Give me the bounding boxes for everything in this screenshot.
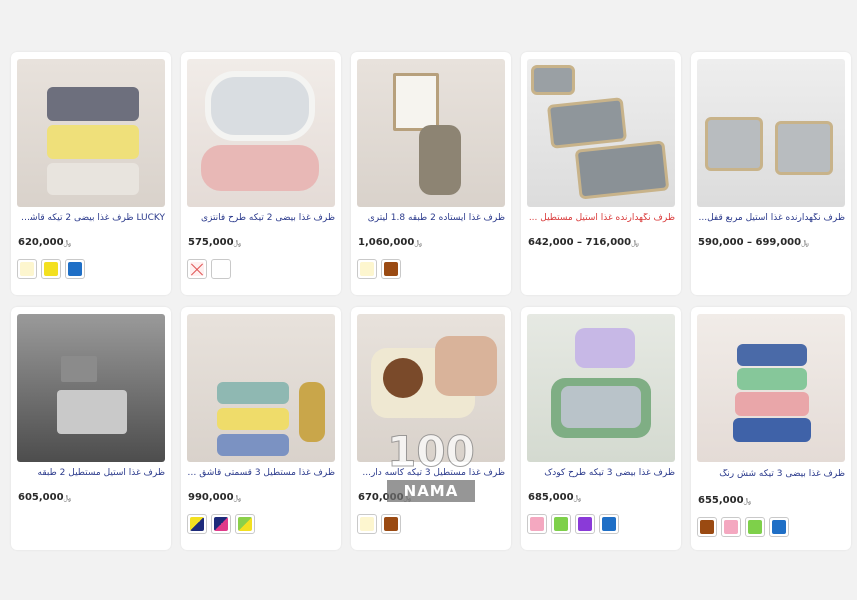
product-card[interactable]: ظرف نگهدارنده غذا استیل مربع قفل... ﷼699…	[691, 52, 851, 295]
product-price: ﷼575,000	[188, 237, 242, 248]
color-swatch[interactable]	[697, 517, 717, 537]
product-image[interactable]	[17, 59, 165, 207]
currency-icon: ﷼	[573, 494, 582, 502]
product-price: ﷼1,060,000	[358, 237, 423, 248]
product-title[interactable]: ظرف غذا استیل مستطیل 2 طبقه	[15, 468, 165, 478]
product-title[interactable]: ظرف غذا بیضی 3 تیکه طرح کودک	[525, 468, 675, 478]
product-price: ﷼605,000	[18, 492, 72, 503]
product-card[interactable]: ظرف غذا بیضی 3 تیکه شش رنگ ﷼655,000	[691, 307, 851, 550]
color-swatch[interactable]	[551, 514, 571, 534]
color-swatches	[697, 517, 789, 537]
product-title[interactable]: ظرف غذا ایستاده 2 طبقه 1.8 لیتری	[355, 213, 505, 223]
currency-icon: ﷼	[631, 239, 639, 247]
product-title[interactable]: LUCKY ظرف غذا بیضی 2 تیکه قاشق دار	[15, 213, 165, 223]
color-swatch-unavailable[interactable]	[187, 259, 207, 279]
color-swatch[interactable]	[211, 514, 231, 534]
color-swatches	[187, 514, 255, 534]
color-swatch[interactable]	[381, 514, 401, 534]
product-card[interactable]: ظرف غذا ایستاده 2 طبقه 1.8 لیتری ﷼1,060,…	[351, 52, 511, 295]
color-swatch[interactable]	[599, 514, 619, 534]
currency-icon: ﷼	[743, 497, 752, 505]
product-image[interactable]	[527, 314, 675, 462]
color-swatches	[187, 259, 231, 279]
color-swatch[interactable]	[65, 259, 85, 279]
product-price: ﷼699,000 – 590,000	[698, 237, 809, 248]
product-price: ﷼655,000	[698, 495, 752, 506]
color-swatches	[527, 514, 619, 534]
product-image[interactable]	[187, 314, 335, 462]
color-swatch[interactable]	[17, 259, 37, 279]
product-price: ﷼685,000	[528, 492, 582, 503]
currency-icon: ﷼	[801, 239, 809, 247]
color-swatch[interactable]	[235, 514, 255, 534]
product-card[interactable]: ظرف غذا بیضی 2 تیکه طرح فانتزی ﷼575,000	[181, 52, 341, 295]
product-image[interactable]	[527, 59, 675, 207]
currency-icon: ﷼	[233, 239, 242, 247]
currency-icon: ﷼	[414, 239, 423, 247]
product-title[interactable]: ظرف غذا مستطیل 3 قسمتی قاشق و...	[185, 468, 335, 478]
currency-icon: ﷼	[63, 494, 72, 502]
color-swatches	[357, 259, 401, 279]
color-swatch[interactable]	[575, 514, 595, 534]
color-swatch[interactable]	[357, 259, 377, 279]
product-image[interactable]	[357, 59, 505, 207]
color-swatch[interactable]	[769, 517, 789, 537]
product-title[interactable]: ظرف غذا بیضی 3 تیکه شش رنگ	[695, 469, 845, 479]
watermark-brand: NAMA	[387, 480, 475, 502]
color-swatch[interactable]	[721, 517, 741, 537]
product-price: ﷼620,000	[18, 237, 72, 248]
currency-icon: ﷼	[233, 494, 242, 502]
color-swatch[interactable]	[381, 259, 401, 279]
product-card[interactable]: ظرف غذا مستطیل 3 قسمتی قاشق و... ﷼990,00…	[181, 307, 341, 550]
product-title[interactable]: ظرف نگهدارنده غذا استیل مستطیل ...	[525, 213, 675, 223]
color-swatch[interactable]	[187, 514, 207, 534]
product-row: LUCKY ظرف غذا بیضی 2 تیکه قاشق دار ﷼620,…	[11, 52, 851, 295]
product-image[interactable]	[17, 314, 165, 462]
product-image[interactable]	[187, 59, 335, 207]
color-swatch[interactable]	[211, 259, 231, 279]
product-image[interactable]	[697, 59, 845, 207]
product-card[interactable]: ظرف غذا بیضی 3 تیکه طرح کودک ﷼685,000	[521, 307, 681, 550]
color-swatch[interactable]	[357, 514, 377, 534]
product-title[interactable]: ظرف غذا بیضی 2 تیکه طرح فانتزی	[185, 213, 335, 223]
product-card[interactable]: ظرف نگهدارنده غذا استیل مستطیل ... ﷼716,…	[521, 52, 681, 295]
watermark-logo: 100 NAMA	[387, 427, 476, 510]
color-swatch[interactable]	[527, 514, 547, 534]
color-swatches	[17, 259, 85, 279]
product-card[interactable]: LUCKY ظرف غذا بیضی 2 تیکه قاشق دار ﷼620,…	[11, 52, 171, 295]
currency-icon: ﷼	[63, 239, 72, 247]
color-swatch[interactable]	[745, 517, 765, 537]
product-price: ﷼716,000 – 642,000	[528, 237, 639, 248]
color-swatch[interactable]	[41, 259, 61, 279]
watermark-number: 100	[387, 427, 476, 476]
product-image[interactable]	[697, 314, 845, 462]
product-title[interactable]: ظرف نگهدارنده غذا استیل مربع قفل...	[695, 213, 845, 223]
color-swatches	[357, 514, 401, 534]
product-card[interactable]: ظرف غذا استیل مستطیل 2 طبقه ﷼605,000	[11, 307, 171, 550]
product-price: ﷼990,000	[188, 492, 242, 503]
